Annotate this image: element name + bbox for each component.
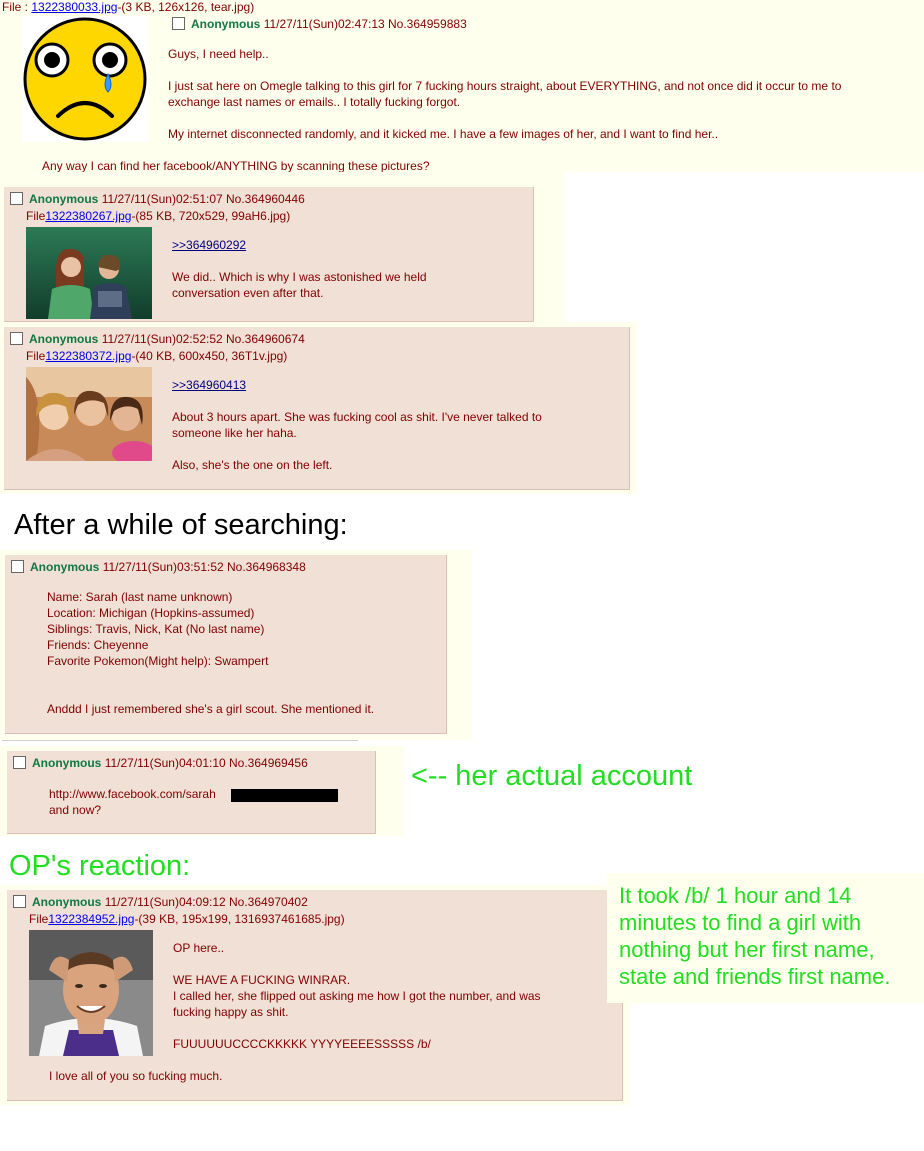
facebook-url-text: http://www.facebook.com/sarah [49,787,216,801]
reply-text-line: Also, she's the one on the left. [172,458,333,472]
poster-name: Anonymous [32,756,102,770]
post-checkbox[interactable] [172,17,185,30]
reply-text-line: About 3 hours apart. She was fucking coo… [172,410,542,424]
reply-text-line: I called her, she flipped out asking me … [173,989,541,1003]
quote-link[interactable]: >>364960292 [172,238,246,252]
reply-quote-link[interactable]: >>364960413 [172,378,246,392]
reply-file-link[interactable]: 1322380372.jpg [45,349,131,363]
annotation-text-line: nothing but her first name, [619,937,875,962]
poster-name: Anonymous [29,332,99,346]
caption-searching: After a while of searching: [14,509,348,541]
post-datetime-number: 11/27/11(Sun)03:51:52 No.364968348 [102,560,306,574]
op-text-line: I just sat here on Omegle talking to thi… [168,79,842,93]
post-checkbox[interactable] [11,560,24,573]
reply-text-line: someone like her haha. [172,426,297,440]
poster-name: Anonymous [29,192,99,206]
op-thumbnail-crying-face[interactable] [22,16,148,142]
post-checkbox[interactable] [13,756,26,769]
file-label: File [26,349,46,363]
caption-actual-account: <-- her actual account [411,760,693,792]
op-file-info: File : 1322380033.jpg-(3 KB, 126x126, te… [2,0,254,14]
reply-text-line: FUUUUUUCCCCKKKKK YYYYEEEESSSSS /b/ [173,1037,431,1051]
reply-post-header: Anonymous 11/27/11(Sun)02:51:07 No.36496… [10,192,305,206]
reply-text-line: Friends: Cheyenne [47,638,149,652]
caption-op-reaction: OP's reaction: [9,850,191,882]
redaction-bar [231,789,338,802]
reply-text-line: conversation even after that. [172,286,324,300]
post-datetime-number: 11/27/11(Sun)04:01:10 No.364969456 [104,756,308,770]
reply-text-line: and now? [49,803,102,817]
reply-thumbnail-photo-athlete[interactable] [29,930,153,1056]
reply-file-info: File1322384952.jpg-(39 KB, 195x199, 1316… [29,912,345,926]
reply-text-line: We did.. Which is why I was astonished w… [172,270,427,284]
file-details: -(40 KB, 600x450, 36T1v.jpg) [131,349,288,363]
reply-file-info: File1322380267.jpg-(85 KB, 720x529, 99aH… [26,209,290,223]
op-text-line: exchange last names or emails.. I totall… [168,95,461,109]
file-label: File [26,209,46,223]
reply-text-line: I love all of you so fucking much. [49,1069,223,1083]
reply-text-line: OP here.. [173,941,225,955]
reply-quote-link[interactable]: >>364960292 [172,238,246,252]
quote-link[interactable]: >>364960413 [172,378,246,392]
reply-file-link[interactable]: 1322380267.jpg [45,209,131,223]
post-checkbox[interactable] [13,895,26,908]
annotation-text-line: minutes to find a girl with [619,910,862,935]
file-label: File : [2,0,32,14]
reply-file-info: File1322380372.jpg-(40 KB, 600x450, 36T1… [26,349,287,363]
post-checkbox[interactable] [10,192,23,205]
reply-thumbnail-photo-two-people[interactable] [26,227,152,319]
divider [2,740,358,741]
poster-name: Anonymous [191,17,261,31]
post-checkbox[interactable] [10,332,23,345]
op-post-header: Anonymous 11/27/11(Sun)02:47:13 No.36495… [172,17,467,31]
op-file-link[interactable]: 1322380033.jpg [31,0,117,14]
reply-text-line: Location: Michigan (Hopkins-assumed) [47,606,255,620]
file-details: -(39 KB, 195x199, 1316937461685.jpg) [134,912,345,926]
poster-name: Anonymous [32,895,102,909]
reply-thumbnail-photo-three-girls[interactable] [26,367,152,461]
reply-text-line: Favorite Pokemon(Might help): Swampert [47,654,269,668]
reply-text-line: Anddd I just remembered she's a girl sco… [47,702,375,716]
file-details: -(85 KB, 720x529, 99aH6.jpg) [131,209,291,223]
reply-text-line: Name: Sarah (last name unknown) [47,590,233,604]
reply-text-line: Siblings: Travis, Nick, Kat (No last nam… [47,622,265,636]
file-label: File [29,912,49,926]
post-datetime-number: 11/27/11(Sun)02:47:13 No.364959883 [263,17,467,31]
reply-text-line: fucking happy as shit. [173,1005,289,1019]
poster-name: Anonymous [30,560,100,574]
reply-post-header: Anonymous 11/27/11(Sun)04:01:10 No.36496… [13,756,308,770]
op-text-line: My internet disconnected randomly, and i… [168,127,719,141]
post-datetime-number: 11/27/11(Sun)02:51:07 No.364960446 [101,192,305,206]
reply-post-header: Anonymous 11/27/11(Sun)03:51:52 No.36496… [11,560,306,574]
reply-post-header: Anonymous 11/27/11(Sun)02:52:52 No.36496… [10,332,305,346]
op-text-line: Guys, I need help.. [168,47,269,61]
post-datetime-number: 11/27/11(Sun)04:09:12 No.364970402 [104,895,308,909]
reply-text-line: WE HAVE A FUCKING WINRAR. [173,973,351,987]
annotation-text-line: It took /b/ 1 hour and 14 [619,883,852,908]
op-text-line: Any way I can find her facebook/ANYTHING… [42,159,430,173]
reply-file-link[interactable]: 1322384952.jpg [48,912,134,926]
file-details: -(3 KB, 126x126, tear.jpg) [117,0,255,14]
reply-post-header: Anonymous 11/27/11(Sun)04:09:12 No.36497… [13,895,308,909]
post-datetime-number: 11/27/11(Sun)02:52:52 No.364960674 [101,332,305,346]
annotation-text-line: state and friends first name. [619,964,891,989]
